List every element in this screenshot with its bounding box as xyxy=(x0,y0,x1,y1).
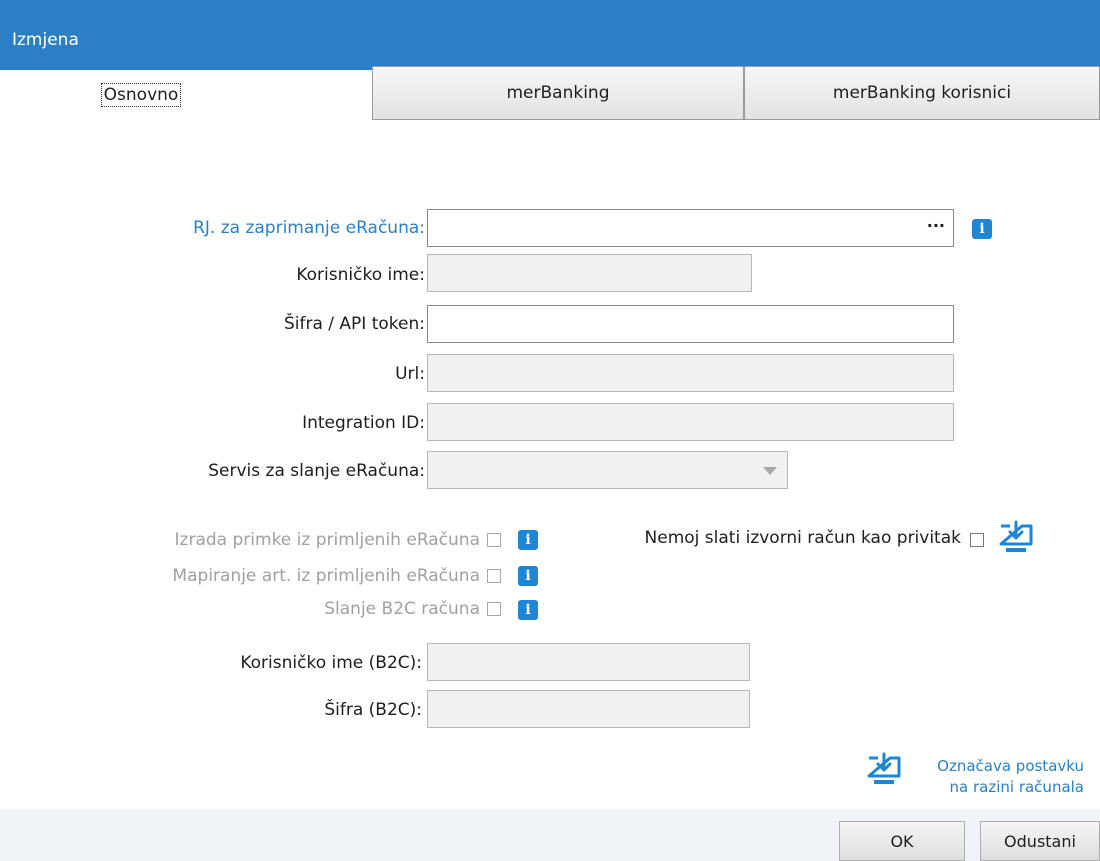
b2c-pass-field[interactable] xyxy=(427,690,750,728)
chevron-down-icon xyxy=(763,467,777,475)
b2c-user-label: Korisničko ime (B2C): xyxy=(240,653,422,673)
title-bar: Izmjena xyxy=(0,0,1100,70)
ok-button[interactable]: OK xyxy=(839,821,965,861)
izrada-primke-label: Izrada primke iz primljenih eRačuna xyxy=(174,530,480,550)
integration-id-field[interactable] xyxy=(427,403,954,441)
computer-level-hint: Označava postavku na razini računala xyxy=(937,756,1084,798)
tab-osnovno[interactable]: Osnovno xyxy=(10,66,372,120)
izrada-primke-checkbox[interactable] xyxy=(487,533,501,547)
slanje-b2c-checkbox[interactable] xyxy=(487,602,501,616)
rj-info-icon[interactable]: i xyxy=(972,219,992,239)
servis-select[interactable] xyxy=(427,451,788,489)
b2c-pass-label: Šifra (B2C): xyxy=(324,700,422,720)
url-field[interactable] xyxy=(427,354,954,392)
tab-merbanking-korisnici-label: merBanking korisnici xyxy=(832,83,1012,103)
window-title: Izmjena xyxy=(12,30,79,50)
servis-label: Servis za slanje eRačuna: xyxy=(208,461,425,481)
slanje-b2c-label: Slanje B2C računa xyxy=(324,599,480,619)
b2c-user-field[interactable] xyxy=(427,643,750,681)
tab-merbanking-label: merBanking xyxy=(506,83,610,103)
izrada-primke-info-icon[interactable]: i xyxy=(518,530,538,550)
tab-strip: Osnovno merBanking merBanking korisnici xyxy=(0,66,1100,122)
korisnicko-ime-field[interactable] xyxy=(427,254,752,292)
sifra-label: Šifra / API token: xyxy=(283,314,425,334)
mapiranje-label: Mapiranje art. iz primljenih eRačuna xyxy=(172,566,480,586)
url-label: Url: xyxy=(395,364,425,384)
download-to-computer-icon xyxy=(867,752,901,784)
mapiranje-info-icon[interactable]: i xyxy=(518,566,538,586)
rj-label: RJ. za zaprimanje eRačuna: xyxy=(193,218,425,238)
hint-line-2: na razini računala xyxy=(949,778,1084,796)
tab-merbanking-korisnici[interactable]: merBanking korisnici xyxy=(744,66,1100,120)
tab-osnovno-label: Osnovno xyxy=(100,83,182,107)
tab-merbanking[interactable]: merBanking xyxy=(372,66,744,120)
download-to-computer-icon xyxy=(999,520,1033,552)
mapiranje-checkbox[interactable] xyxy=(487,569,501,583)
cancel-button[interactable]: Odustani xyxy=(980,821,1100,861)
integration-id-label: Integration ID: xyxy=(302,413,425,433)
korisnicko-ime-label: Korisničko ime: xyxy=(296,265,425,285)
rj-input[interactable]: ··· xyxy=(427,209,954,247)
nemoj-slati-label: Nemoj slati izvorni račun kao privitak xyxy=(644,528,961,548)
nemoj-slati-checkbox[interactable] xyxy=(970,533,984,547)
slanje-b2c-info-icon[interactable]: i xyxy=(518,600,538,620)
hint-line-1: Označava postavku xyxy=(937,757,1084,775)
sifra-input[interactable] xyxy=(427,305,954,343)
rj-browse-button[interactable]: ··· xyxy=(927,216,945,235)
